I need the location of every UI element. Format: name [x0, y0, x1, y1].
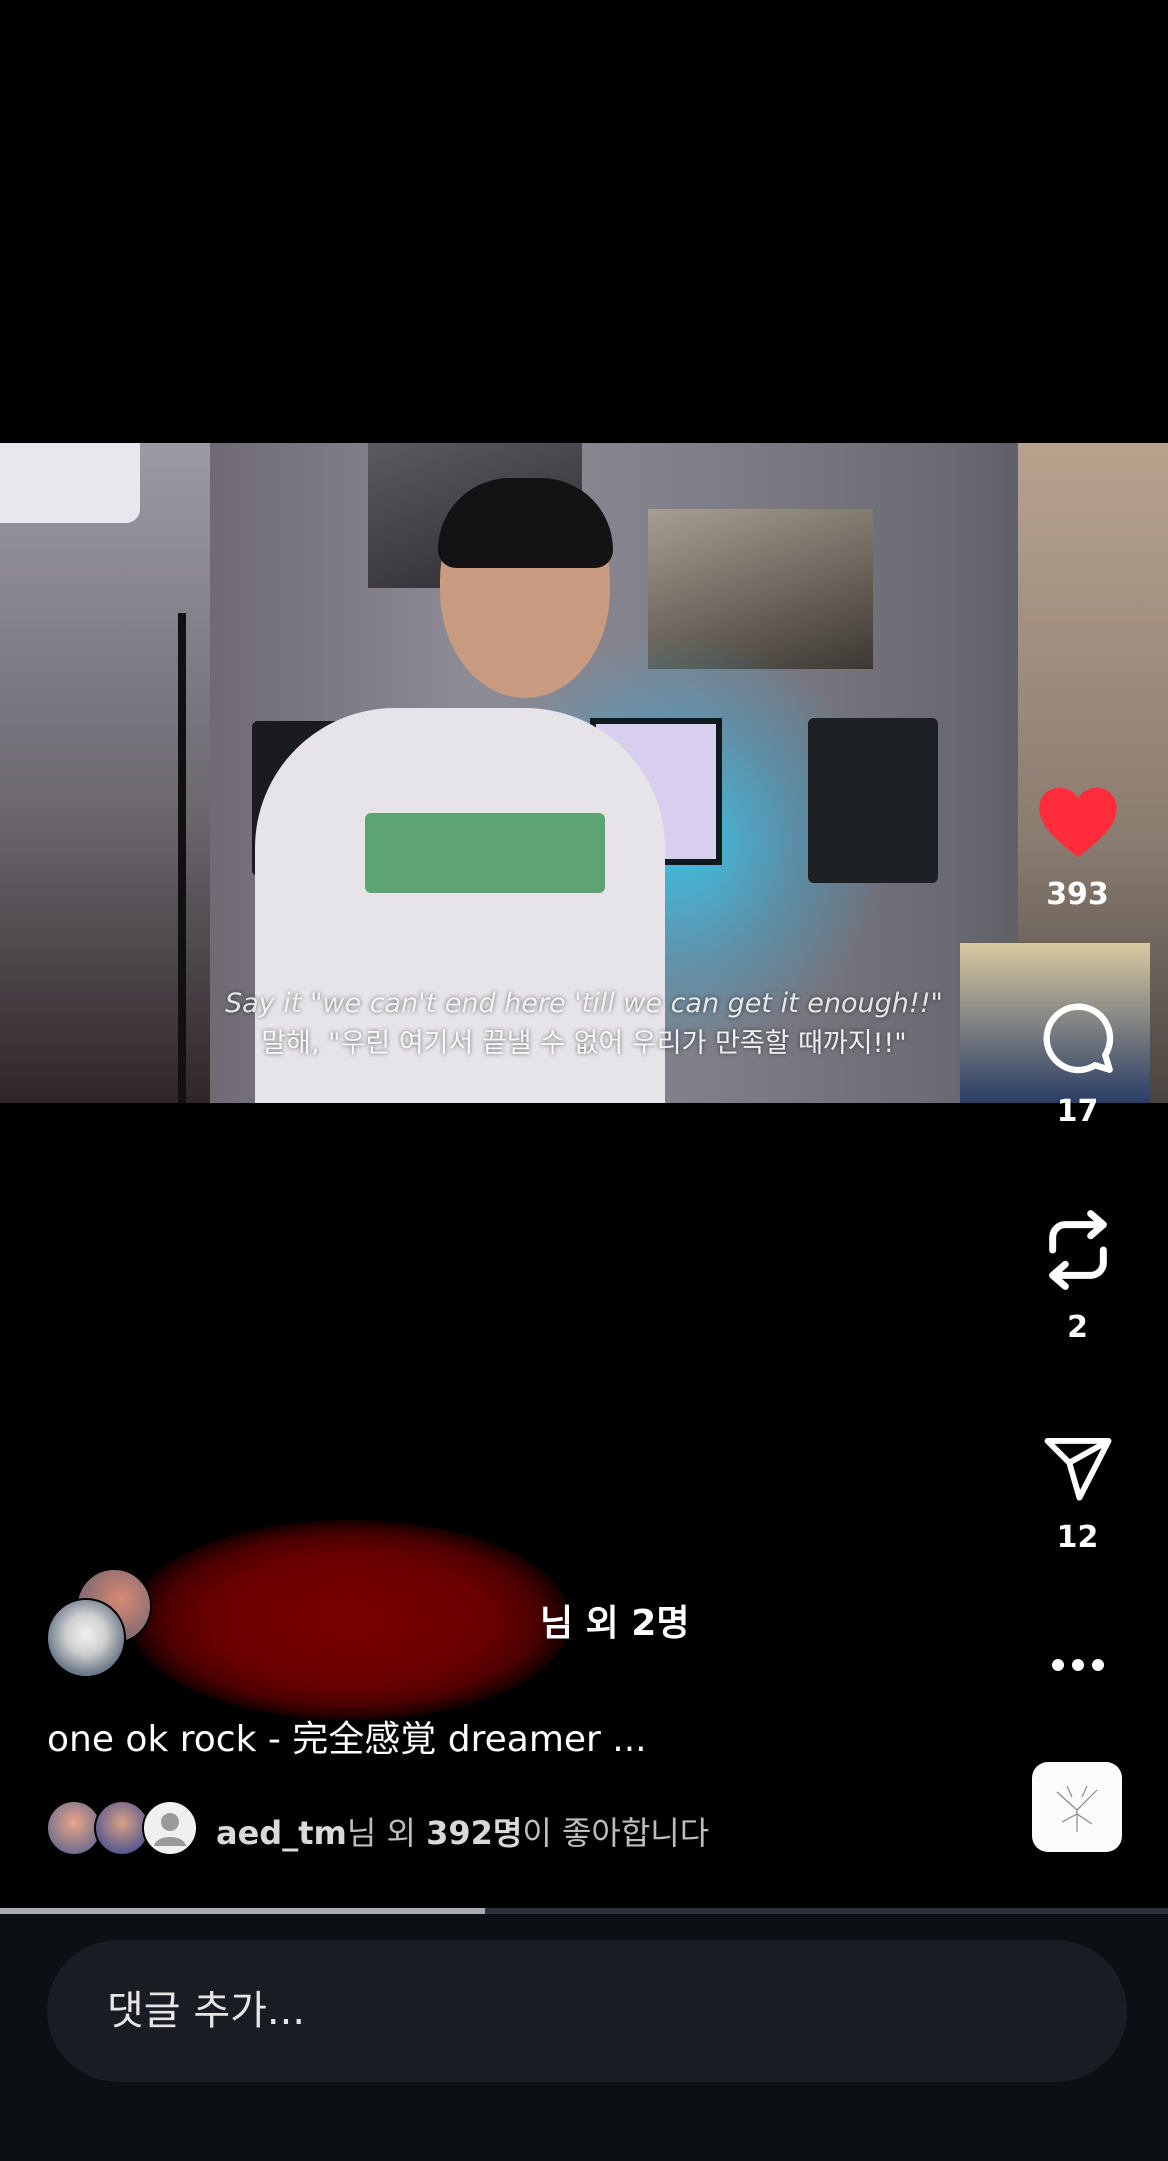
shirt-print: [365, 813, 605, 893]
share-count: 12: [1056, 1520, 1099, 1555]
comment-count: 17: [1056, 1094, 1099, 1129]
video-player[interactable]: Say it "we can't end here 'till we can g…: [0, 443, 1168, 1103]
likes-text-mid: 님 외: [346, 1814, 427, 1852]
speaker: [808, 718, 938, 883]
like-button[interactable]: 393: [1020, 785, 1135, 912]
heart-icon: [1038, 787, 1117, 858]
more-options-button[interactable]: [1020, 1655, 1135, 1675]
likes-summary[interactable]: aed_tm님 외 392명이 좋아합니다: [46, 1800, 946, 1856]
likes-text: aed_tm님 외 392명이 좋아합니다: [216, 1808, 709, 1854]
collaborator-suffix: 님 외 2명: [540, 1603, 690, 1644]
send-paper-plane-icon: [1044, 1438, 1111, 1501]
default-avatar: [142, 1800, 198, 1856]
like-count: 393: [1046, 877, 1109, 912]
avatar: [46, 1598, 126, 1678]
liker-username[interactable]: aed_tm: [216, 1814, 347, 1852]
comment-composer: [0, 1914, 1168, 2161]
air-conditioner: [0, 443, 140, 523]
redacted-username: [130, 1520, 570, 1720]
collaborator-avatars[interactable]: [46, 1568, 156, 1678]
likes-text-tail: 이 좋아합니다: [522, 1814, 710, 1852]
repost-icon: [1048, 1210, 1107, 1290]
comment-input[interactable]: [47, 1940, 1127, 2082]
more-dots-icon: [1051, 1659, 1104, 1671]
comment-button[interactable]: 17: [1020, 1000, 1135, 1129]
audio-thumbnail[interactable]: [1032, 1762, 1122, 1852]
share-button[interactable]: 12: [1020, 1438, 1135, 1555]
post-caption[interactable]: one ok rock - 完全感覚 dreamer ...: [47, 1710, 647, 1762]
repost-button[interactable]: 2: [1020, 1208, 1135, 1345]
audio-art-icon: [1056, 1785, 1098, 1832]
subtitle-korean: 말해, "우린 여기서 끝낼 수 없어 우리가 만족할 때까지!!": [261, 1028, 907, 1059]
comment-bubble-icon: [1043, 1003, 1113, 1074]
subtitle-english: Say it "we can't end here 'till we can g…: [225, 988, 943, 1019]
person-icon: [154, 1813, 186, 1846]
repost-count: 2: [1067, 1310, 1088, 1345]
likes-count[interactable]: 392명: [426, 1814, 522, 1852]
